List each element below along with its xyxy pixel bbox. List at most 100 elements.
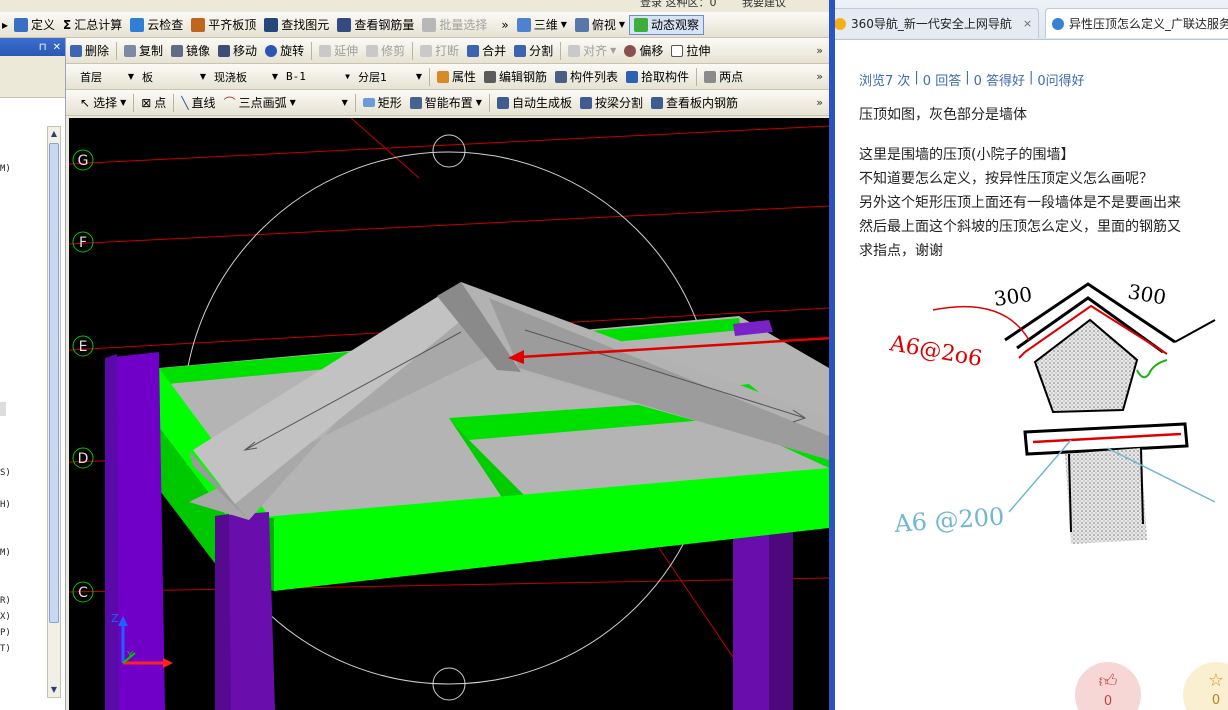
- rect-button[interactable]: 矩形: [359, 93, 406, 113]
- view-rebar-button[interactable]: 查看钢筋量: [333, 15, 418, 35]
- view-top-dropdown[interactable]: 俯视 ▼: [571, 15, 629, 35]
- scroll-up-arrow-icon[interactable]: ▲: [48, 127, 60, 141]
- chevron-down-icon: ▼: [271, 72, 278, 81]
- break-button[interactable]: 打断: [416, 41, 463, 61]
- merge-button[interactable]: 合并: [463, 41, 510, 61]
- panel-scrollbar[interactable]: ▲ ▼: [47, 126, 61, 698]
- chevron-down-icon: ▼: [560, 20, 567, 29]
- copy-button[interactable]: 复制: [120, 41, 167, 61]
- move-label: 移动: [233, 44, 258, 58]
- tab-glodon-question[interactable]: 异性压顶怎么定义_广联达服务: [1045, 8, 1228, 38]
- component-list-button[interactable]: 构件列表: [551, 67, 622, 87]
- view-3d-dropdown[interactable]: 三维 ▼: [513, 15, 571, 35]
- delete-button[interactable]: 删除: [66, 41, 113, 61]
- toolbar-overflow-icon[interactable]: »: [816, 96, 823, 109]
- align-icon: [568, 44, 581, 57]
- copy-label: 复制: [139, 44, 164, 58]
- scroll-down-arrow-icon[interactable]: ▼: [48, 683, 60, 697]
- pick-component-button[interactable]: 拾取构件: [622, 67, 693, 87]
- two-point-button[interactable]: 两点: [700, 67, 747, 87]
- view-slab-rebar-button[interactable]: 查看板内钢筋: [647, 93, 742, 113]
- element-type-select[interactable]: 板 ▼: [138, 67, 210, 86]
- slab-type-value: 现浇板: [214, 70, 247, 84]
- split-by-beam-button[interactable]: 按梁分割: [576, 93, 647, 113]
- define-button[interactable]: 定义: [10, 15, 59, 35]
- toolbar-row1-overflow[interactable]: »: [497, 15, 512, 35]
- view-slab-rebar-label: 查看板内钢筋: [665, 96, 738, 110]
- edit-rebar-label: 编辑钢筋: [499, 70, 548, 84]
- pin-icon[interactable]: ⊓: [39, 42, 47, 53]
- slab-type-select[interactable]: 现浇板 ▼: [210, 67, 282, 86]
- batch-select-button[interactable]: 批量选择: [418, 15, 491, 35]
- stretch-label: 拉伸: [686, 44, 711, 58]
- main-toolbar: ▸ 定义 Σ 汇总计算 云检查 平齐板顶 查找图元 查看钢筋量 批量选择 » 三…: [0, 12, 829, 38]
- summary-calc-label: 汇总计算: [74, 18, 123, 32]
- column[interactable]: [215, 514, 231, 710]
- rotate-button[interactable]: 旋转: [261, 41, 308, 61]
- close-tab-icon[interactable]: ×: [1023, 17, 1032, 30]
- column[interactable]: [105, 354, 119, 710]
- properties-button[interactable]: 属性: [433, 67, 480, 87]
- properties-label: 属性: [452, 70, 477, 84]
- point-button[interactable]: ⊠ 点: [137, 93, 170, 113]
- toolbar-overflow-left[interactable]: ▸: [0, 15, 10, 35]
- select-dropdown[interactable]: ↖ 选择 ▼: [76, 93, 130, 113]
- feedback-link[interactable]: 我要建议: [742, 0, 786, 10]
- layer-select[interactable]: 分层1 ▼: [354, 67, 426, 86]
- chevron-down-icon: ▼: [475, 98, 482, 107]
- rotate-label: 旋转: [280, 44, 305, 58]
- find-element-button[interactable]: 查找图元: [260, 15, 333, 35]
- extend-button[interactable]: 延伸: [315, 41, 362, 61]
- dimension-label-right: 300: [1126, 279, 1168, 309]
- edit-rebar-button[interactable]: 编辑钢筋: [480, 67, 551, 87]
- 3d-viewport[interactable]: G F E D C Z Y: [69, 118, 829, 710]
- batch-select-label: 批量选择: [439, 18, 488, 32]
- split-button[interactable]: 分割: [510, 41, 557, 61]
- chevron-down-icon: ▼: [415, 72, 422, 81]
- floor-select[interactable]: 首层 ▼: [76, 67, 138, 86]
- like-button[interactable]: 👍︎ 0: [1075, 662, 1141, 710]
- split-by-beam-label: 按梁分割: [594, 96, 643, 110]
- align-dropdown[interactable]: 对齐 ▼: [564, 41, 620, 61]
- offset-button[interactable]: 偏移: [620, 41, 667, 61]
- move-button[interactable]: 移动: [214, 41, 261, 61]
- align-slab-top-button[interactable]: 平齐板顶: [187, 15, 260, 35]
- mirror-button[interactable]: 镜像: [167, 41, 214, 61]
- dynamic-view-button[interactable]: 动态观察: [629, 14, 705, 35]
- trim-button[interactable]: 修剪: [362, 41, 409, 61]
- model-canvas[interactable]: G F E D C Z Y: [69, 118, 829, 710]
- answers-count[interactable]: 0 回答: [923, 70, 961, 89]
- copy-icon: [124, 44, 137, 57]
- line-button[interactable]: ╲ 直线: [177, 93, 219, 113]
- stretch-button[interactable]: 拉伸: [667, 41, 714, 61]
- favorite-button[interactable]: ☆ 0: [1183, 662, 1228, 710]
- split-by-beam-icon: [579, 96, 592, 109]
- arc-option-select[interactable]: ▼: [300, 93, 352, 112]
- toolbar-overflow-icon[interactable]: »: [816, 70, 823, 83]
- tab-360-navigation[interactable]: 360导航_新一代安全上网导航 ×: [835, 8, 1039, 38]
- find-element-label: 查找图元: [281, 18, 330, 32]
- separator: [488, 93, 490, 112]
- toolbar-overflow-icon[interactable]: »: [816, 44, 823, 57]
- pick-component-icon: [626, 70, 639, 83]
- summary-calc-button[interactable]: Σ 汇总计算: [59, 15, 126, 35]
- auto-slab-button[interactable]: 自动生成板: [493, 93, 576, 113]
- offset-icon: [624, 44, 637, 57]
- question-stats: 浏览7 次 | 0 回答 | 0 答得好 | 0问得好: [859, 70, 1085, 89]
- smart-layout-dropdown[interactable]: 智能布置 ▼: [406, 93, 486, 113]
- annotation-arrow: [508, 336, 832, 364]
- 360-favicon-icon: [835, 17, 846, 30]
- good-answers-count: 0 答得好: [973, 74, 1025, 89]
- cloud-check-button[interactable]: 云检查: [126, 15, 187, 35]
- arc-dropdown[interactable]: ⌒ 三点画弧 ▼: [220, 93, 300, 113]
- draw-toolbar: ↖ 选择 ▼ ⊠ 点 ╲ 直线 ⌒ 三点画弧 ▼ ▼ 矩形 智能布置 ▼ 自动生成板 按梁分割…: [66, 90, 829, 116]
- slab-name-value: B-1: [286, 70, 306, 83]
- slab-name-select[interactable]: B-1 ▼: [282, 67, 354, 86]
- panel-label: S): [0, 468, 11, 478]
- separator: [696, 67, 698, 86]
- panel-label: M): [0, 164, 11, 174]
- close-icon[interactable]: ✕: [53, 42, 61, 53]
- separator: [173, 93, 175, 112]
- scrollbar-thumb[interactable]: [49, 143, 59, 623]
- align-label: 对齐: [583, 44, 608, 58]
